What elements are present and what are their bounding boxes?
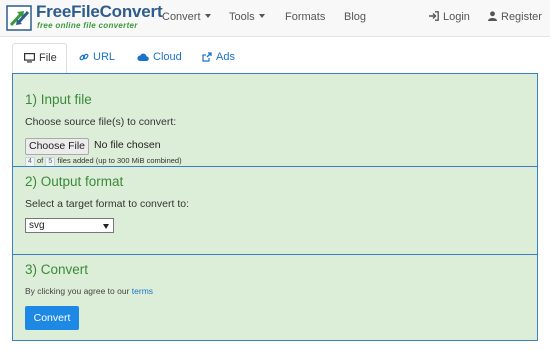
tab-url[interactable]: URL xyxy=(79,43,115,72)
tab-file[interactable]: File xyxy=(12,43,67,74)
nav-register-link[interactable]: Register xyxy=(488,11,542,23)
cloud-icon xyxy=(137,53,149,61)
convert-section-title: 3) Convert xyxy=(25,262,89,277)
no-file-text: No file chosen xyxy=(94,139,161,151)
top-navbar: FreeFileConvert free online file convert… xyxy=(0,0,550,37)
tab-cloud[interactable]: Cloud xyxy=(137,43,182,72)
section-divider xyxy=(13,254,537,255)
file-count-note: files added (up to 300 MiB combined) xyxy=(57,156,182,165)
dropdown-arrow-icon xyxy=(103,224,109,229)
link-icon xyxy=(79,53,89,61)
input-section-label: Choose source file(s) to convert: xyxy=(25,116,177,128)
nav-tools-dropdown[interactable]: Tools xyxy=(229,11,265,23)
tab-ads-label: Ads xyxy=(216,51,235,63)
section-divider xyxy=(13,166,537,167)
input-section-title: 1) Input file xyxy=(25,92,92,107)
terms-notice-text: By clicking you agree to our xyxy=(25,286,130,296)
nav-convert-label: Convert xyxy=(162,11,201,23)
file-count-of: of xyxy=(37,156,44,165)
nav-login-link[interactable]: Login xyxy=(429,11,470,23)
brand-name[interactable]: FreeFileConvert xyxy=(36,2,163,22)
nav-register-label: Register xyxy=(501,11,542,23)
monitor-icon xyxy=(24,53,35,63)
nav-login-label: Login xyxy=(443,11,470,23)
output-section-label: Select a target format to convert to: xyxy=(25,198,189,210)
output-format-select[interactable]: svg xyxy=(25,218,114,233)
tab-ads[interactable]: Ads xyxy=(202,43,235,72)
convert-button[interactable]: Convert xyxy=(25,306,79,330)
user-icon xyxy=(488,11,497,21)
tab-cloud-label: Cloud xyxy=(153,51,182,63)
external-link-icon xyxy=(202,52,212,62)
choose-file-button[interactable]: Choose File xyxy=(25,138,89,155)
terms-notice: By clicking you agree to our terms xyxy=(25,286,153,296)
terms-link[interactable]: terms xyxy=(132,286,153,296)
brand-tagline: free online file converter xyxy=(37,21,138,30)
nav-formats-link[interactable]: Formats xyxy=(285,11,325,23)
chevron-down-icon xyxy=(258,14,265,18)
tab-url-label: URL xyxy=(93,51,116,63)
source-tabs: File URL Cloud Ads xyxy=(12,43,538,74)
tab-file-label: File xyxy=(39,52,57,64)
nav-convert-dropdown[interactable]: Convert xyxy=(162,11,211,23)
output-section-title: 2) Output format xyxy=(25,174,124,189)
nav-tools-label: Tools xyxy=(229,11,255,23)
chevron-down-icon xyxy=(204,14,211,18)
nav-blog-link[interactable]: Blog xyxy=(344,11,366,23)
output-format-value: svg xyxy=(29,220,45,231)
converter-panel: 1) Input file Choose source file(s) to c… xyxy=(12,73,538,341)
sign-in-icon xyxy=(429,11,439,21)
logo-icon[interactable] xyxy=(6,3,34,31)
